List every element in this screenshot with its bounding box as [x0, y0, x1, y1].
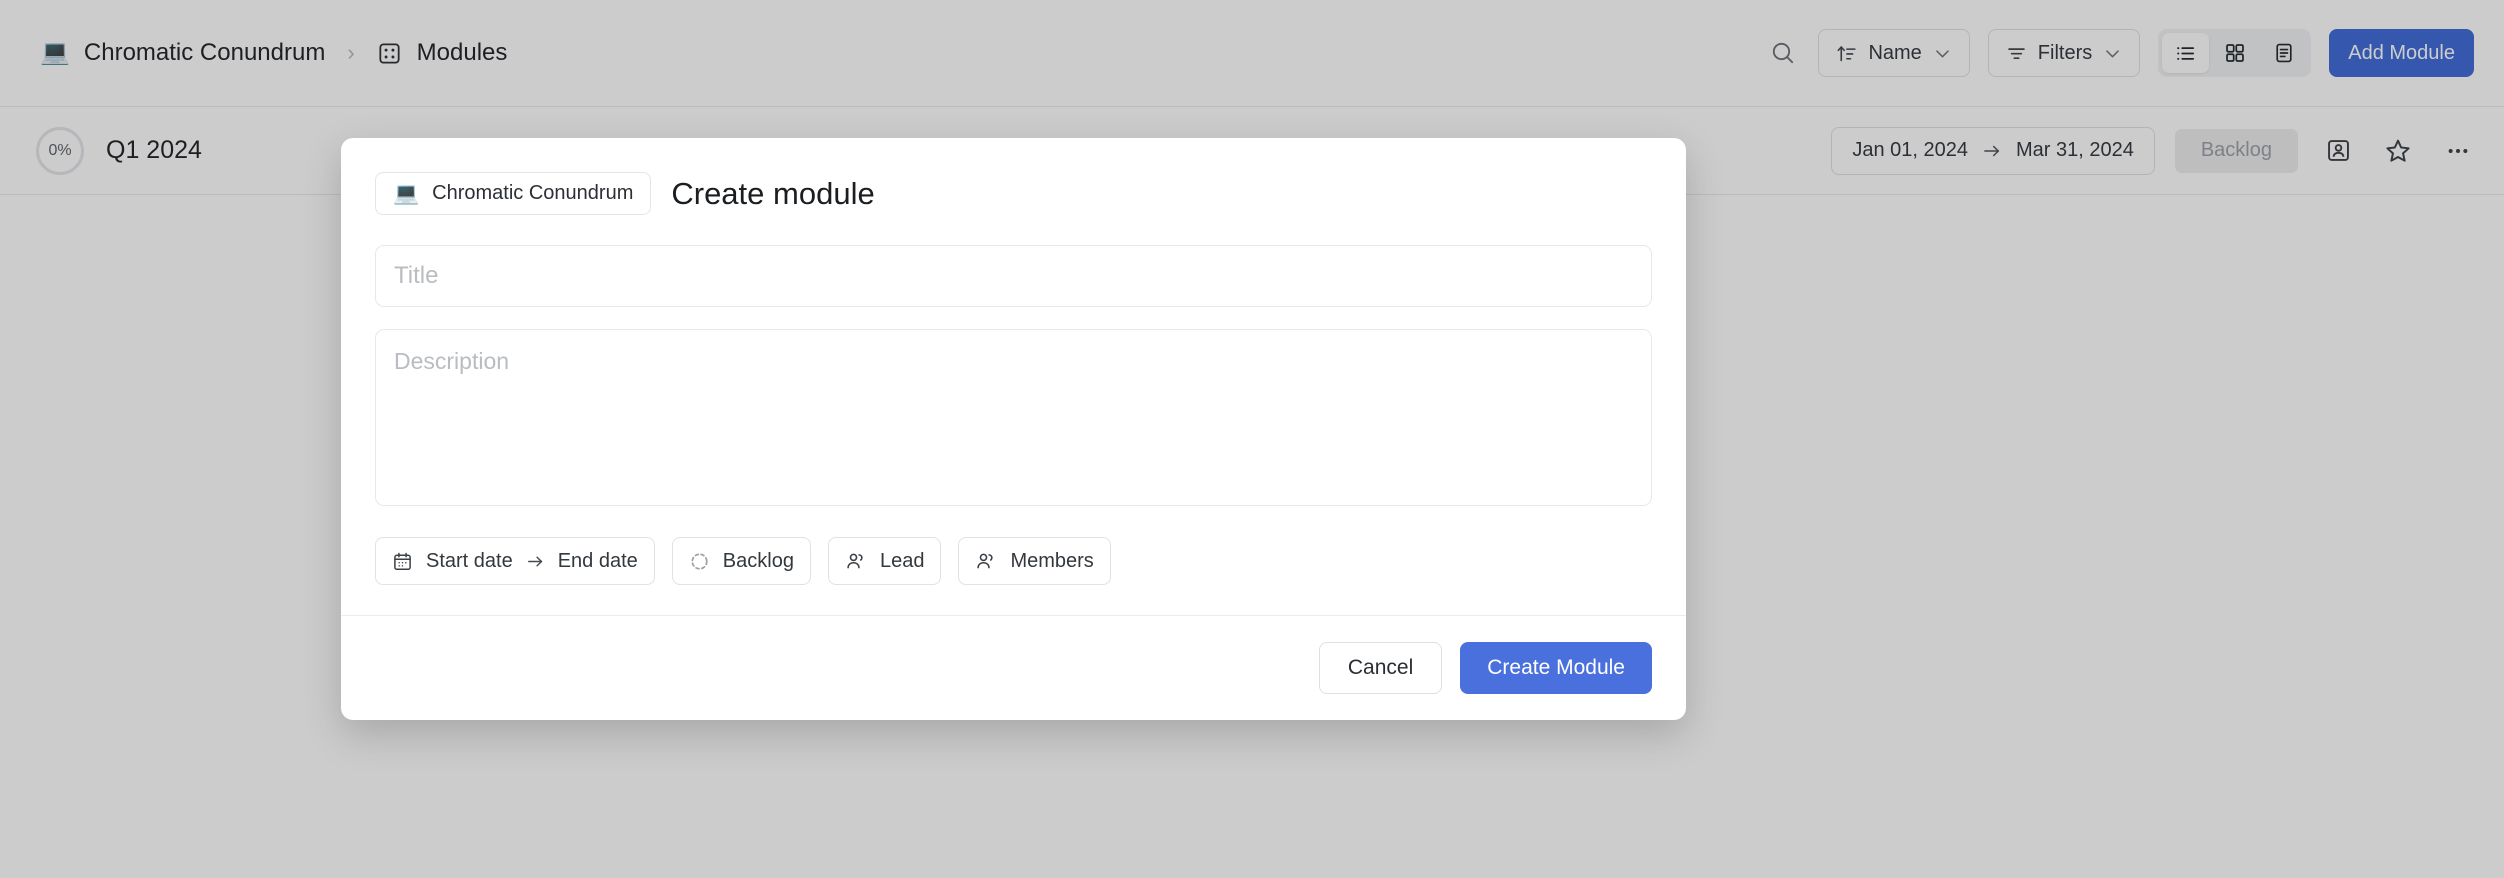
status-chip[interactable]: Backlog — [671, 537, 811, 585]
modal-overlay[interactable]: 💻 Chromatic Conundrum Create module Titl… — [0, 0, 2504, 878]
create-module-modal: 💻 Chromatic Conundrum Create module Titl… — [341, 138, 1686, 720]
module-title-input[interactable] — [375, 245, 1652, 307]
modal-body: 💻 Chromatic Conundrum Create module Titl… — [341, 138, 1686, 615]
users-icon — [845, 550, 867, 572]
create-module-submit-button[interactable]: Create Module — [1460, 642, 1652, 694]
module-description-input[interactable] — [375, 329, 1652, 506]
end-date-label: End date — [557, 549, 638, 572]
arrow-right-icon — [526, 552, 545, 571]
backlog-circle-icon — [689, 551, 710, 572]
modal-footer: Cancel Create Module — [341, 615, 1686, 720]
modal-header: 💻 Chromatic Conundrum Create module — [375, 172, 1652, 215]
users-icon — [975, 550, 997, 572]
members-label: Members — [1010, 549, 1094, 572]
cancel-button[interactable]: Cancel — [1318, 642, 1443, 694]
app-root: 💻 Chromatic Conundrum › Modules Name Fil… — [0, 0, 2504, 878]
lead-chip[interactable]: Lead — [827, 537, 942, 585]
lead-label: Lead — [879, 549, 925, 572]
module-properties-row: Start date End date Backlog Lead Members — [375, 537, 1652, 615]
date-range-chip[interactable]: Start date End date — [375, 537, 655, 585]
project-selector-chip[interactable]: 💻 Chromatic Conundrum — [375, 172, 652, 215]
start-date-label: Start date — [426, 549, 513, 572]
status-label: Backlog — [722, 549, 794, 572]
project-emoji-icon: 💻 — [393, 182, 420, 205]
modal-title: Create module — [671, 175, 875, 211]
calendar-icon — [392, 551, 413, 572]
project-selector-label: Chromatic Conundrum — [432, 182, 634, 204]
members-chip[interactable]: Members — [958, 537, 1111, 585]
